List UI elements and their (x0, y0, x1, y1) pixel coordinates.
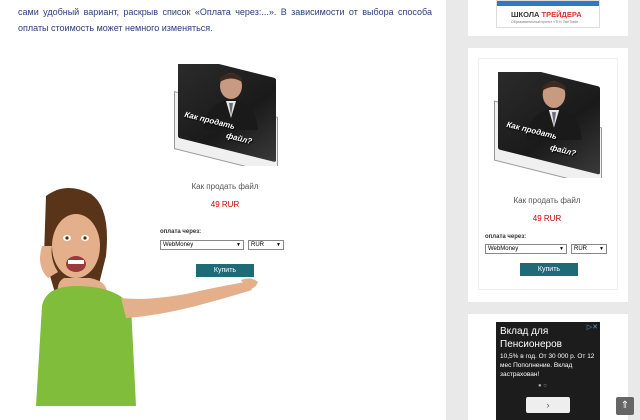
ad-body: 10,5% в год. От 30 000 р. От 12 мес Попо… (500, 353, 595, 378)
payment-method-value: WebMoney (488, 246, 519, 252)
payment-label: оплата через: (160, 229, 202, 235)
payment-method-select[interactable]: WebMoney ▼ (485, 244, 567, 254)
sidebar-ebook-cover-image: Как продать файл? (488, 72, 606, 178)
top-ad-banner[interactable]: ШКОЛА ТРЕЙДЕРА Образовательный проект «Т… (496, 0, 600, 28)
ebook-cover-image: Как продать файл? (168, 64, 280, 166)
currency-select[interactable]: RUR ▼ (248, 240, 284, 250)
chevron-down-icon: ▼ (599, 246, 604, 252)
ad-next-button[interactable]: › (526, 397, 570, 413)
currency-select[interactable]: RUR ▼ (571, 244, 607, 254)
ad-close-icon[interactable]: ▷✕ (587, 323, 598, 331)
payment-method-select[interactable]: WebMoney ▼ (160, 240, 244, 250)
chevron-down-icon: ▼ (276, 242, 281, 248)
ad-bar (497, 1, 599, 6)
currency-value: RUR (574, 246, 587, 252)
bottom-ad-banner[interactable]: Вклад для Пенсионеров 10,5% в год. От 30… (496, 322, 600, 420)
ad-subtext: Образовательный проект «ТН» TeleTrade (511, 20, 579, 24)
buy-button[interactable]: Купить (196, 264, 254, 277)
chevron-down-icon: ▼ (559, 246, 564, 252)
product-name: Как продать файл (191, 182, 259, 191)
payment-method-value: WebMoney (163, 242, 194, 248)
chevron-down-icon: ▼ (236, 242, 241, 248)
scroll-to-top-button[interactable]: ⇑ (616, 397, 634, 415)
ad-brand: ШКОЛА ТРЕЙДЕРА (511, 10, 582, 19)
purchase-widget: Как продать файл 49 RUR оплата через: We… (150, 182, 300, 282)
product-name: Как продать файл (513, 196, 581, 205)
buy-button[interactable]: Купить (520, 263, 578, 276)
ad-brand-accent: ТРЕЙДЕРА (541, 10, 582, 19)
ad-heading: Вклад для Пенсионеров (500, 326, 562, 350)
currency-value: RUR (251, 242, 264, 248)
carousel-dots[interactable]: ● ○ (538, 383, 547, 389)
payment-label: оплата через: (485, 234, 527, 240)
main-content: сами удобный вариант, раскрыв список «Оп… (0, 0, 446, 420)
ad-brand-main: ШКОЛА (511, 10, 540, 19)
product-price: 49 RUR (532, 214, 562, 223)
product-price: 49 RUR (210, 200, 240, 209)
article-intro-text: сами удобный вариант, раскрыв список «Оп… (18, 7, 432, 33)
sidebar-purchase-widget: Как продать файл 49 RUR оплата через: We… (480, 196, 614, 282)
